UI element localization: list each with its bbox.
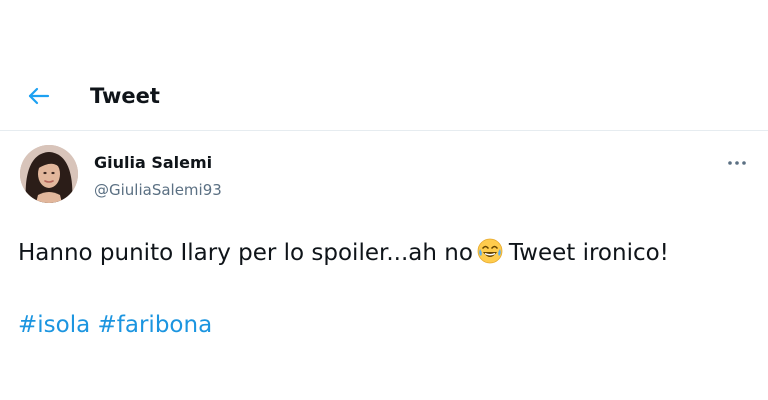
more-options-button[interactable] (722, 150, 752, 176)
author-name[interactable]: Giulia Salemi (94, 153, 212, 173)
back-button[interactable] (24, 84, 52, 108)
tweet-text-part2: Tweet ironico! (508, 240, 669, 266)
page-title: Tweet (90, 84, 160, 108)
face-with-tears-of-joy-emoji (477, 238, 503, 264)
header-divider (0, 130, 768, 131)
author-avatar[interactable] (20, 145, 78, 203)
profile-photo (20, 145, 78, 203)
hashtag-isola[interactable]: #isola (18, 312, 90, 338)
more-horizontal-icon (728, 161, 746, 165)
tweet-text-part1: Hanno punito Ilary per lo spoiler...ah n… (18, 240, 473, 266)
tweet-header: Tweet (0, 60, 768, 130)
arrow-left-icon (28, 87, 50, 105)
hashtag-faribona[interactable]: #faribona (98, 312, 213, 338)
author-handle[interactable]: @GiuliaSalemi93 (94, 180, 222, 200)
tweet-text: Hanno punito Ilary per lo spoiler...ah n… (18, 236, 738, 270)
hashtag-list: #isola #faribona (18, 308, 212, 342)
